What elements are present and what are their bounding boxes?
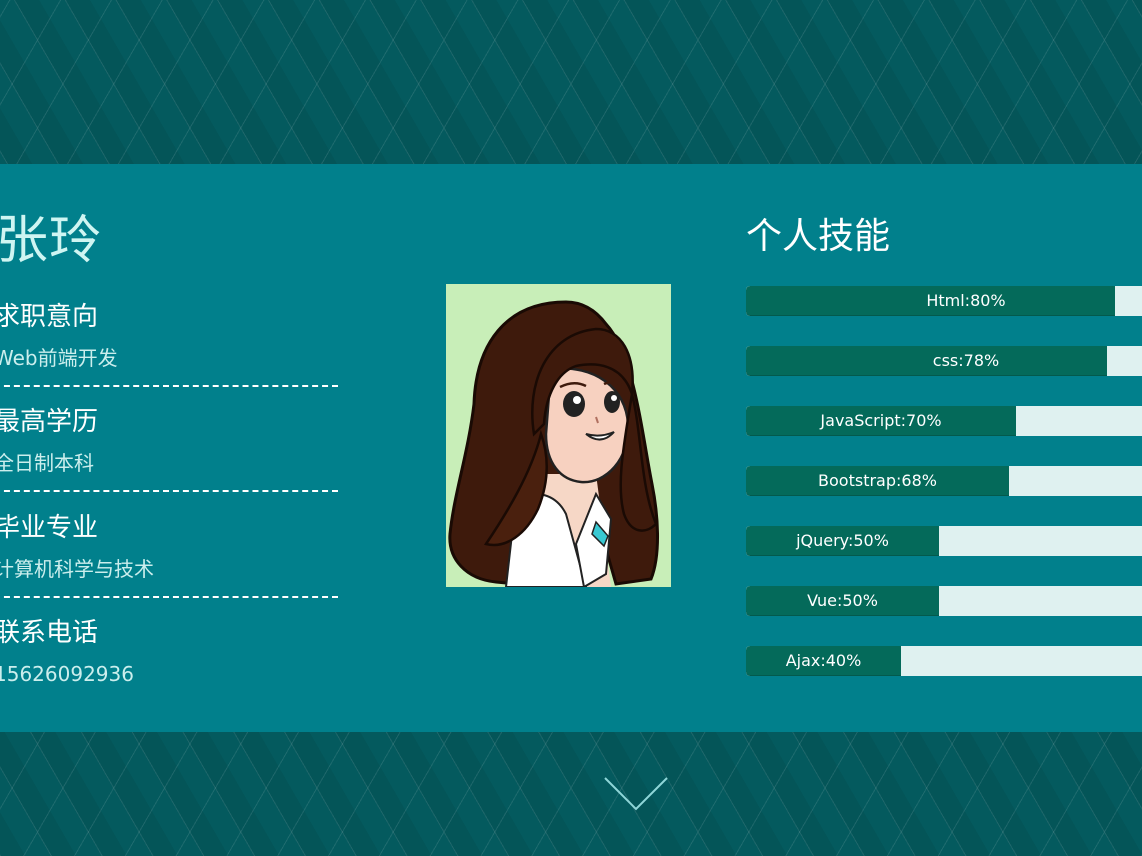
chevron-down-icon (604, 777, 668, 811)
info-block-job-intention: 求职意向 Web前端开发 (0, 298, 338, 387)
skill-bar: css:78% (746, 346, 1142, 376)
info-value: Web前端开发 (0, 346, 118, 370)
dashed-divider (0, 596, 338, 598)
skill-bar-label: JavaScript:70% (820, 411, 942, 430)
info-value: 全日制本科 (0, 451, 94, 475)
basic-info: 张玲 求职意向 Web前端开发 最高学历 全日制本科 毕业专业 计算机科学与技术… (0, 164, 340, 732)
info-title: 联系电话 (0, 618, 99, 648)
skill-bar: jQuery:50% (746, 526, 1142, 556)
info-title: 最高学历 (0, 407, 99, 437)
cartoon-girl-avatar-icon (446, 284, 671, 587)
skill-bar-label: Bootstrap:68% (818, 471, 937, 490)
skill-bar-label: css:78% (932, 351, 1000, 370)
skill-bar: Html:80% (746, 286, 1142, 316)
skill-bar-label: Ajax:40% (785, 651, 862, 670)
dashed-divider (0, 385, 338, 387)
dashed-divider (0, 490, 338, 492)
skill-bar: Ajax:40% (746, 646, 1142, 676)
skill-bar: JavaScript:70% (746, 406, 1142, 436)
profile-name: 张玲 (0, 211, 103, 271)
profile-section: 张玲 求职意向 Web前端开发 最高学历 全日制本科 毕业专业 计算机科学与技术… (0, 164, 1142, 732)
skill-bar: Bootstrap:68% (746, 466, 1142, 496)
info-block-major: 毕业专业 计算机科学与技术 (0, 509, 338, 598)
skills-title: 个人技能 (746, 216, 891, 257)
info-block-phone: 联系电话 15626092936 (0, 614, 338, 690)
avatar (446, 284, 671, 587)
skill-bar-label: Vue:50% (807, 591, 878, 610)
info-value: 计算机科学与技术 (0, 557, 154, 581)
skill-bar-label: jQuery:50% (796, 531, 889, 550)
info-block-education: 最高学历 全日制本科 (0, 403, 338, 492)
scroll-down-button[interactable] (603, 776, 669, 812)
info-title: 毕业专业 (0, 513, 99, 543)
skill-bar: Vue:50% (746, 586, 1142, 616)
info-value: 15626092936 (0, 662, 134, 686)
skill-bar-label: Html:80% (926, 291, 1006, 310)
info-title: 求职意向 (0, 302, 99, 332)
